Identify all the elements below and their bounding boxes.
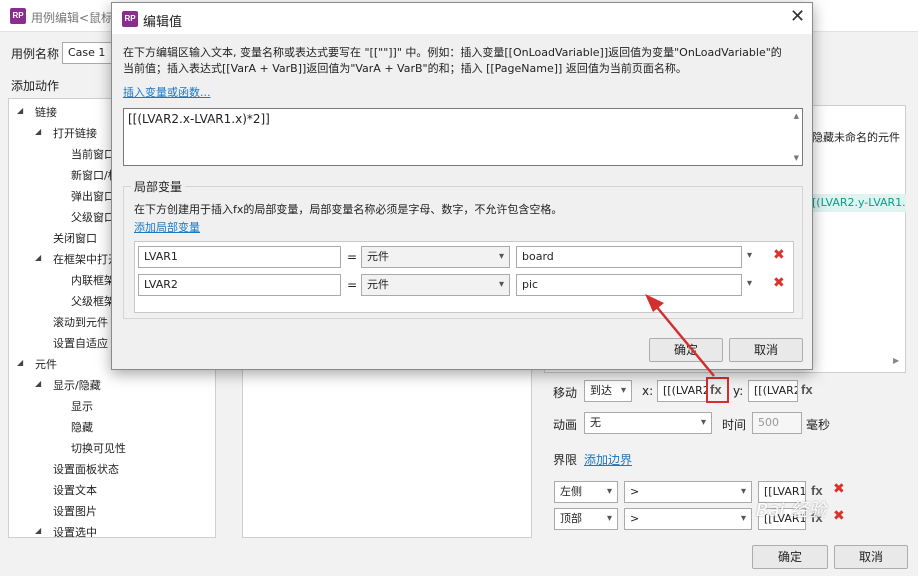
- arrow-head-icon: [645, 294, 664, 312]
- arrow-line: [655, 305, 715, 377]
- annotation-arrow: [645, 294, 715, 377]
